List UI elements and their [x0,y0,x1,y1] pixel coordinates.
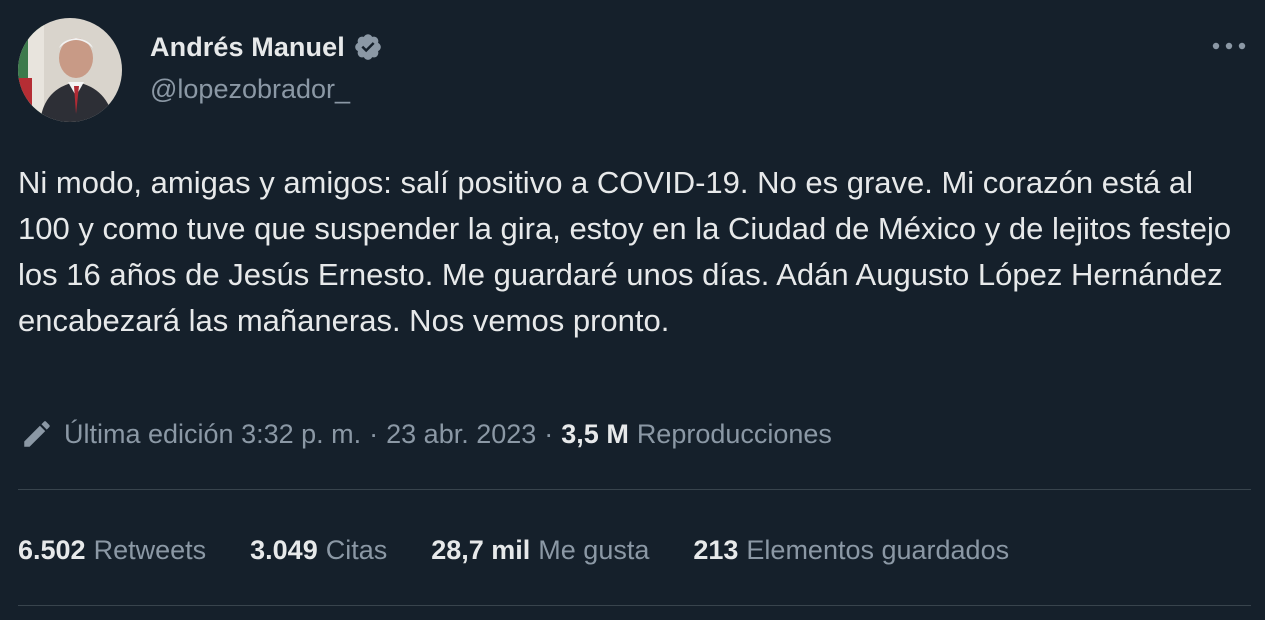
likes-label: Me gusta [538,534,650,565]
meta-separator: · [369,418,379,449]
tweet-text: Ni modo, amigas y amigos: salí positivo … [18,165,1232,338]
quotes-stat[interactable]: 3.049 Citas [250,535,387,566]
tweet-card: Andrés Manuel @lopezobrador_ Ni modo, am… [0,0,1265,620]
bookmarks-label: Elementos guardados [746,534,1010,565]
retweets-count: 6.502 [18,534,86,565]
views-label: Reproducciones [636,418,832,449]
edit-pencil-icon [20,417,54,451]
more-options-button[interactable] [1209,28,1249,64]
user-handle[interactable]: @lopezobrador_ [150,74,383,105]
views-count: 3,5 M [561,418,629,449]
author-block: Andrés Manuel @lopezobrador_ [150,28,383,105]
tweet-date[interactable]: 23 abr. 2023 [386,419,536,450]
retweets-label: Retweets [93,534,207,565]
more-options-icon [1212,42,1246,50]
display-name-row: Andrés Manuel [150,28,383,66]
last-edited-timestamp[interactable]: Última edición 3:32 p. m. [64,419,361,450]
tweet-meta: Última edición 3:32 p. m. · 23 abr. 2023… [20,414,832,454]
bookmarks-stat[interactable]: 213 Elementos guardados [693,535,1009,566]
quotes-count: 3.049 [250,534,318,565]
avatar[interactable] [18,18,122,122]
divider [18,489,1251,490]
tweet-stats: 6.502 Retweets 3.049 Citas 28,7 mil Me g… [18,530,1053,570]
avatar-image [18,18,122,122]
bookmarks-count: 213 [693,534,739,565]
quotes-label: Citas [325,534,388,565]
meta-separator: · [544,418,554,449]
display-name[interactable]: Andrés Manuel [150,32,345,63]
retweets-stat[interactable]: 6.502 Retweets [18,535,206,566]
verified-badge-icon[interactable] [353,32,383,62]
likes-count: 28,7 mil [431,534,531,565]
divider [18,605,1251,606]
likes-stat[interactable]: 28,7 mil Me gusta [431,535,649,566]
